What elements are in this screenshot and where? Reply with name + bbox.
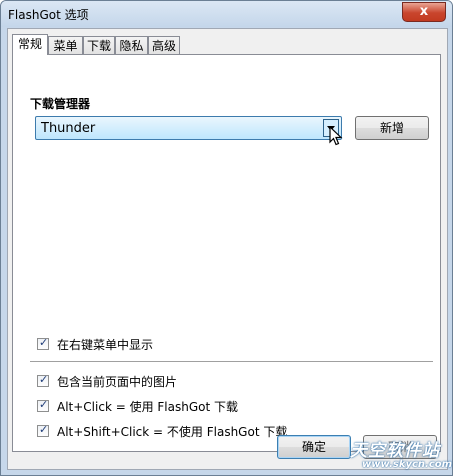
watermark-url: www.skycn.com xyxy=(362,459,453,470)
tab-advanced[interactable]: 高级 xyxy=(148,36,180,54)
show-in-context-menu-label: 在右键菜单中显示 xyxy=(57,338,154,352)
ok-button[interactable]: 确定 xyxy=(277,435,351,459)
separator xyxy=(30,361,433,362)
download-manager-value: Thunder xyxy=(41,121,96,136)
tab-privacy[interactable]: 隐私 xyxy=(115,36,148,54)
checkmark-icon: ✓ xyxy=(39,398,49,411)
close-button[interactable]: x xyxy=(402,2,446,22)
options-dialog: FlashGot 选项 x 常规 菜单 下载 隐私 高级 下载管理器 Thund… xyxy=(0,0,453,476)
alt-click-label: Alt+Click = 使用 FlashGot 下载 xyxy=(57,400,239,414)
download-manager-select[interactable]: Thunder xyxy=(35,116,342,140)
watermark-title: 天空软件站 xyxy=(350,441,440,461)
close-icon: x xyxy=(419,4,429,19)
checkmark-icon: ✓ xyxy=(39,336,49,349)
tab-menu[interactable]: 菜单 xyxy=(48,36,83,54)
checkmark-icon: ✓ xyxy=(39,373,49,386)
show-in-context-menu-checkbox[interactable]: ✓ xyxy=(37,336,49,350)
dialog-body: 常规 菜单 下载 隐私 高级 下载管理器 Thunder 新增 ✓ 在右键菜单中… xyxy=(7,28,448,470)
alt-shift-click-checkbox[interactable]: ✓ xyxy=(37,423,49,437)
alt-shift-click-label: Alt+Shift+Click = 不使用 FlashGot 下载 xyxy=(57,425,288,439)
tab-download[interactable]: 下载 xyxy=(83,36,115,54)
download-manager-label: 下载管理器 xyxy=(30,97,91,111)
include-images-checkbox[interactable]: ✓ xyxy=(37,373,49,387)
general-panel: 下载管理器 Thunder 新增 ✓ 在右键菜单中显示 ✓ 包含当前页面中的图片… xyxy=(12,54,441,452)
mouse-pointer-icon xyxy=(329,126,343,146)
window-title: FlashGot 选项 xyxy=(8,8,89,22)
alt-click-checkbox[interactable]: ✓ xyxy=(37,398,49,412)
site-watermark: 天空软件站 www.skycn.com xyxy=(348,436,452,474)
checkmark-icon: ✓ xyxy=(39,423,49,436)
tab-general[interactable]: 常规 xyxy=(12,34,48,55)
include-images-label: 包含当前页面中的图片 xyxy=(57,375,178,389)
add-manager-button[interactable]: 新增 xyxy=(355,116,429,140)
title-bar[interactable]: FlashGot 选项 x xyxy=(1,1,452,27)
